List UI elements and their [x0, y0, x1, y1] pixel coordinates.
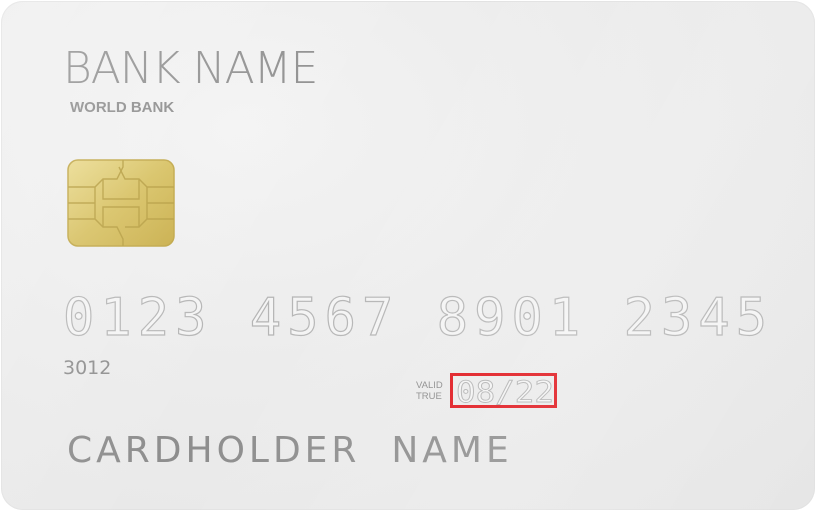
bank-subtitle: WORLD BANK: [70, 99, 175, 116]
credit-card: BANK NAME WORLD BANK 0123 4567 8901 2345: [1, 1, 815, 510]
card-cvv: 3012: [63, 357, 112, 379]
card-number-text: 0123 4567 8901 2345: [63, 288, 771, 343]
cardholder-name-text: CARDHOLDER NAME: [67, 430, 513, 471]
bank-name: BANK NAME: [63, 43, 318, 94]
cardholder-name: CARDHOLDER NAME: [67, 433, 513, 469]
emv-chip-icon: [67, 159, 175, 247]
expiry-highlight-box: [450, 373, 557, 408]
valid-label: VALID TRUE: [416, 380, 443, 402]
valid-label-line1: VALID: [416, 380, 443, 391]
card-number: 0123 4567 8901 2345: [63, 287, 771, 343]
valid-label-line2: TRUE: [416, 391, 442, 402]
